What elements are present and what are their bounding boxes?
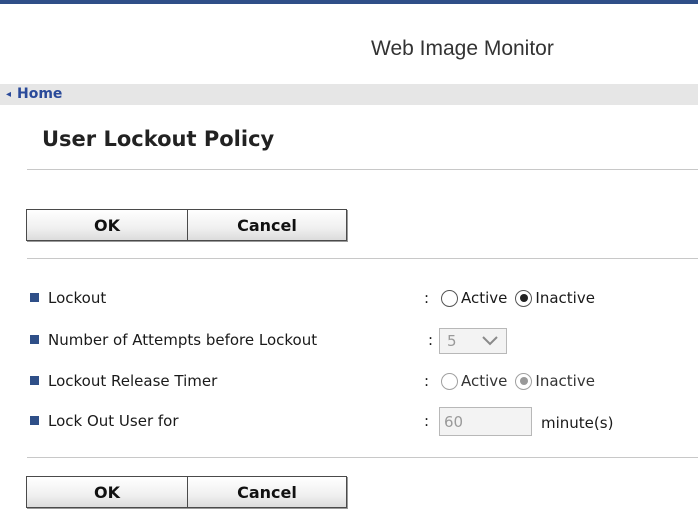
lockout-row: Lockout : Active Inactive xyxy=(30,286,680,310)
release-timer-active-radio[interactable] xyxy=(441,372,458,390)
lockout-active-radio[interactable] xyxy=(441,289,458,307)
release-timer-label: Lockout Release Timer xyxy=(48,372,218,390)
lock-out-minutes-input[interactable] xyxy=(439,407,532,436)
separator: : xyxy=(424,372,430,390)
ok-button[interactable]: OK xyxy=(27,477,188,507)
square-bullet-icon xyxy=(30,376,39,385)
divider xyxy=(27,169,698,170)
release-timer-inactive-label: Inactive xyxy=(535,372,595,390)
chevron-down-icon xyxy=(482,336,498,346)
divider xyxy=(27,258,698,259)
radio-selected-dot-icon xyxy=(519,377,528,385)
top-button-group: OK Cancel xyxy=(26,209,347,241)
page-title: User Lockout Policy xyxy=(42,127,275,151)
lockout-inactive-radio[interactable] xyxy=(515,289,533,307)
breadcrumb: ◂ Home xyxy=(0,84,698,105)
attempts-select[interactable]: 5 xyxy=(439,328,507,354)
header: Web Image Monitor xyxy=(0,4,698,84)
ok-button[interactable]: OK xyxy=(27,210,188,240)
lockout-radio-group: Active Inactive xyxy=(441,286,603,310)
brand-title: Web Image Monitor xyxy=(371,37,554,60)
minutes-unit-label: minute(s) xyxy=(541,414,614,432)
square-bullet-icon xyxy=(30,335,39,344)
separator: : xyxy=(424,412,430,430)
radio-selected-dot-icon xyxy=(519,294,528,302)
chevron-left-icon: ◂ xyxy=(6,89,12,100)
release-timer-active-label: Active xyxy=(461,372,508,390)
attempts-value: 5 xyxy=(447,332,457,350)
separator: : xyxy=(424,289,430,307)
lockout-inactive-label: Inactive xyxy=(535,289,595,307)
release-timer-row: Lockout Release Timer : Active Inactive xyxy=(30,369,680,393)
divider xyxy=(27,457,698,458)
cancel-button[interactable]: Cancel xyxy=(188,210,346,240)
cancel-button[interactable]: Cancel xyxy=(188,477,346,507)
square-bullet-icon xyxy=(30,293,39,302)
separator: : xyxy=(428,331,434,349)
attempts-row: Number of Attempts before Lockout : 5 xyxy=(30,328,680,354)
square-bullet-icon xyxy=(30,416,39,425)
bottom-button-group: OK Cancel xyxy=(26,476,347,508)
lock-out-for-row: Lock Out User for : minute(s) xyxy=(30,407,680,436)
home-link[interactable]: Home xyxy=(17,86,62,102)
lockout-active-label: Active xyxy=(461,289,508,307)
release-timer-radio-group: Active Inactive xyxy=(441,369,603,393)
lockout-label: Lockout xyxy=(48,289,107,307)
attempts-label: Number of Attempts before Lockout xyxy=(48,331,318,349)
release-timer-inactive-radio[interactable] xyxy=(515,372,533,390)
lock-out-for-label: Lock Out User for xyxy=(48,412,179,430)
